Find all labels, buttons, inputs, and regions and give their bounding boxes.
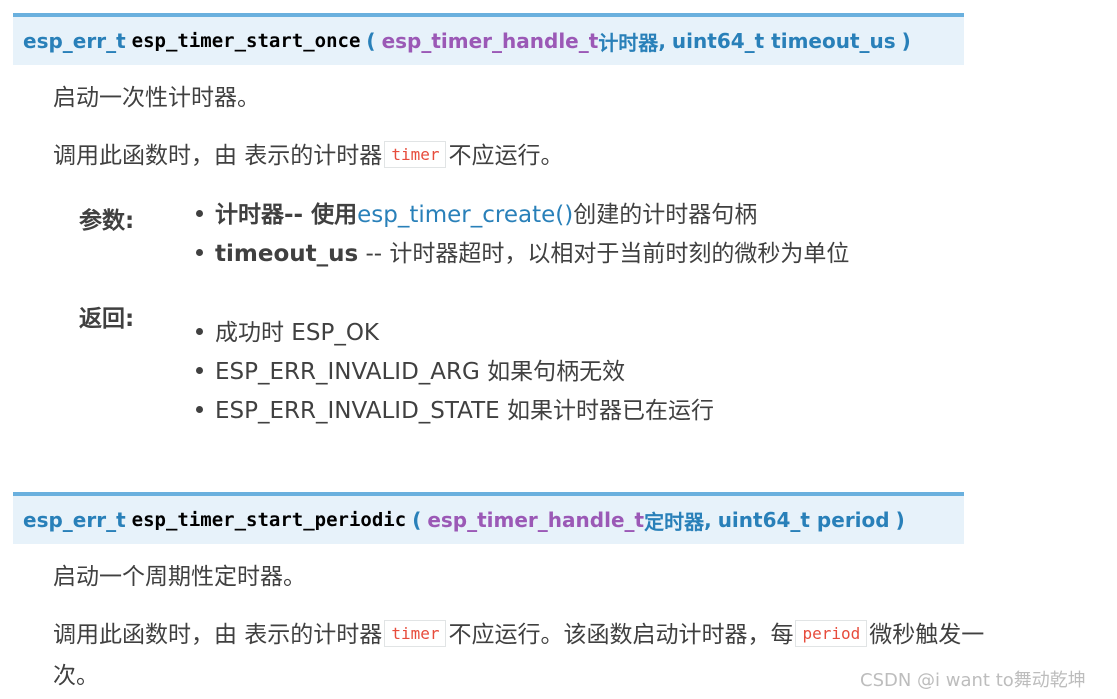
bullet-icon	[196, 328, 203, 335]
bullet-icon	[196, 210, 203, 217]
return-item-text: ESP_ERR_INVALID_STATE 如果计时器已在运行	[215, 398, 714, 424]
function-note: 调用此函数时，由 表示的计时器 timer 不应运行。该函数启动计时器，每 perio…	[53, 619, 984, 652]
param-item-bold: 计时器-- 使用	[215, 202, 358, 228]
watermark: CSDN @i want to舞动乾坤	[860, 670, 1086, 691]
function-name[interactable]: esp_timer_start_periodic	[132, 509, 407, 531]
param-item-text: 创建的计时器句柄	[573, 202, 758, 228]
returns-label: 返回:	[79, 306, 135, 332]
return-type[interactable]: esp_err_t	[23, 29, 126, 53]
note-text-pre: 调用此函数时，由 表示的计时器	[53, 143, 383, 169]
bullet-icon	[196, 249, 203, 256]
param-name: 计时器	[598, 30, 659, 55]
return-item: ESP_ERR_INVALID_ARG 如果句柄无效	[196, 356, 625, 388]
inline-code: timer	[384, 619, 447, 647]
open-paren: (	[412, 508, 422, 532]
function-description: 启动一个周期性定时器。	[53, 564, 306, 590]
return-item-text: ESP_ERR_INVALID_ARG 如果句柄无效	[215, 359, 626, 385]
note-text-mid: 不应运行。该函数启动计时器，每	[448, 622, 794, 648]
return-item: 成功时 ESP_OK	[196, 317, 379, 349]
function-description: 启动一次性计时器。	[53, 85, 260, 111]
param-2[interactable]: uint64_t timeout_us	[672, 29, 896, 53]
note-text-pre: 调用此函数时，由 表示的计时器	[53, 622, 383, 648]
function-note-wrap: 次。	[53, 663, 99, 689]
open-paren: (	[366, 29, 376, 53]
inline-code: period	[795, 619, 868, 647]
param-item-text: -- 计时器超时，以相对于当前时刻的微秒为单位	[358, 241, 850, 267]
comma: ,	[704, 508, 712, 532]
param-item: timeout_us -- 计时器超时，以相对于当前时刻的微秒为单位	[196, 238, 849, 270]
function-signature-start-once: esp_err_t esp_timer_start_once ( esp_tim…	[13, 13, 964, 65]
param-type[interactable]: esp_timer_handle_t	[427, 508, 644, 532]
bullet-icon	[196, 367, 203, 374]
return-item-text: 成功时 ESP_OK	[215, 320, 379, 346]
close-paren: )	[895, 508, 905, 532]
bullet-icon	[196, 406, 203, 413]
close-paren: )	[901, 29, 911, 53]
function-signature-start-periodic: esp_err_t esp_timer_start_periodic ( esp…	[13, 492, 964, 544]
comma: ,	[658, 29, 666, 53]
note-text-post: 微秒触发一	[869, 622, 985, 648]
note-text-post: 不应运行。	[448, 143, 564, 169]
param-type[interactable]: esp_timer_handle_t	[382, 29, 599, 53]
inline-code: timer	[384, 140, 447, 168]
return-type[interactable]: esp_err_t	[23, 508, 126, 532]
param-item-link[interactable]: esp_timer_create()	[357, 202, 573, 228]
function-name[interactable]: esp_timer_start_once	[132, 30, 361, 52]
param-item-bold: timeout_us	[215, 241, 359, 267]
function-note: 调用此函数时，由 表示的计时器 timer 不应运行。	[53, 140, 563, 173]
param-name: 定时器	[644, 509, 705, 534]
params-label: 参数:	[79, 208, 135, 234]
param-item: 计时器-- 使用esp_timer_create()创建的计时器句柄	[196, 199, 757, 231]
return-item: ESP_ERR_INVALID_STATE 如果计时器已在运行	[196, 395, 714, 427]
param-2[interactable]: uint64_t period	[718, 508, 890, 532]
